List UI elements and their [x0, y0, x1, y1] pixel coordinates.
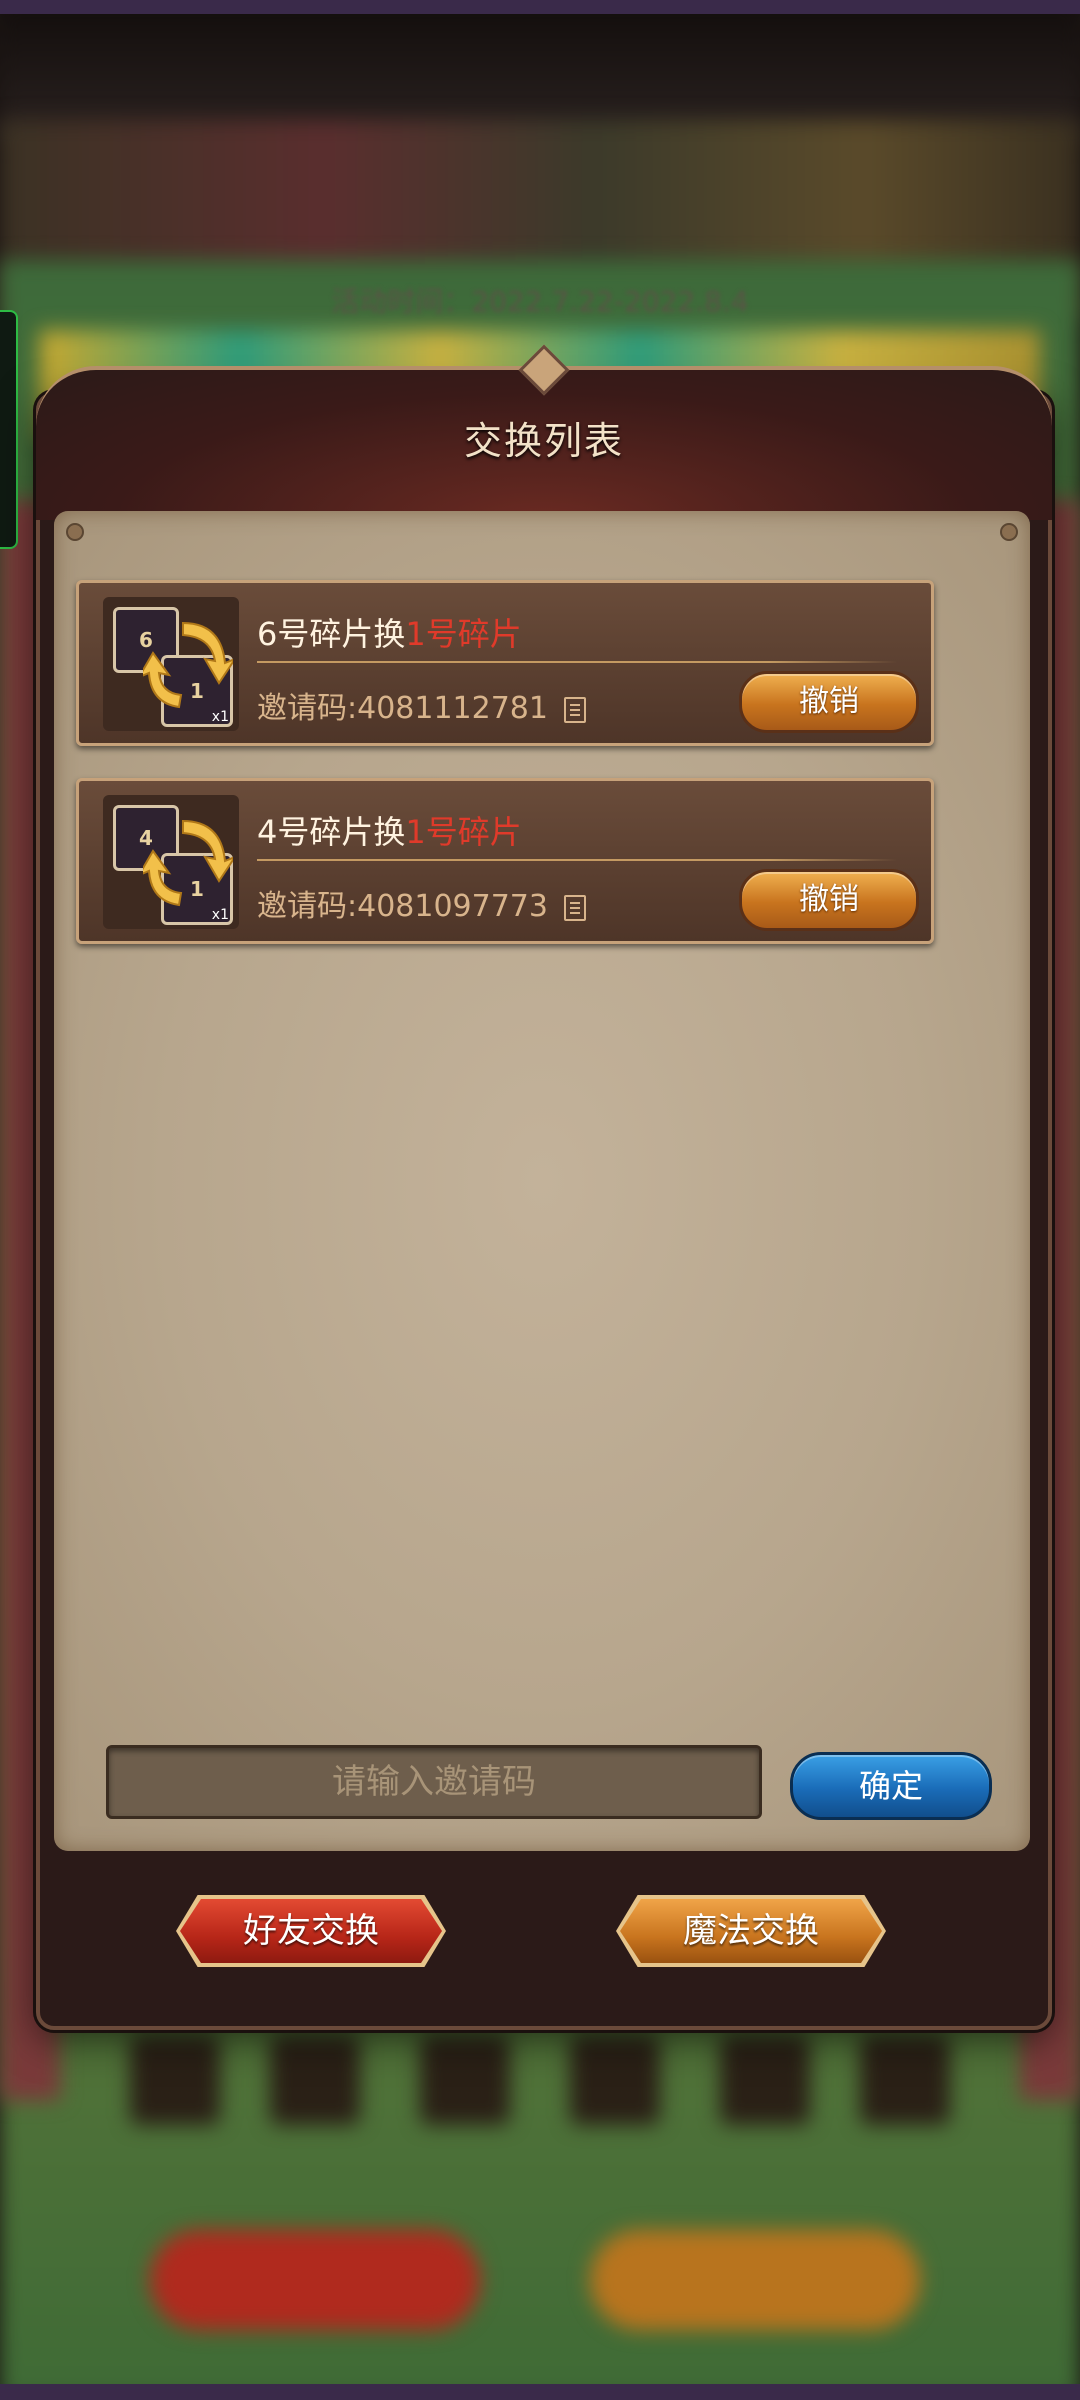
bg-button-right	[590, 2230, 920, 2330]
exchange-thumbnail: 4 1 x1	[103, 795, 239, 929]
exchange-row: 6 1 x1 6号碎片换1号碎片 邀请码:4081112781 撤销	[76, 580, 934, 746]
quantity-label: x1	[211, 907, 229, 923]
from-fragment-label: 6号碎片换	[257, 615, 406, 653]
rivet-icon	[66, 523, 84, 541]
to-fragment-label: 1号碎片	[405, 813, 522, 851]
screen-frame-bottom	[0, 2384, 1080, 2400]
cancel-button[interactable]: 撤销	[739, 869, 919, 931]
magic-exchange-button[interactable]: 魔法交换	[616, 1895, 886, 1967]
to-fragment-label: 1号碎片	[405, 615, 522, 653]
invite-code: 邀请码:4081097773	[257, 881, 586, 925]
exchange-thumbnail: 6 1 x1	[103, 597, 239, 731]
event-time-text: 活动时间：2022.7.22-2022.8.4	[331, 285, 749, 318]
row-divider	[257, 661, 897, 663]
invite-code-input[interactable]	[106, 1745, 762, 1819]
bg-slot	[270, 2035, 360, 2125]
exchange-title: 4号碎片换1号碎片	[257, 807, 522, 853]
exchange-title: 6号碎片换1号碎片	[257, 609, 522, 655]
bg-slot	[130, 2035, 220, 2125]
confirm-button[interactable]: 确定	[790, 1752, 992, 1820]
exchange-row: 4 1 x1 4号碎片换1号碎片 邀请码:4081097773 撤销	[76, 778, 934, 944]
invite-code-text: 邀请码:4081097773	[257, 889, 548, 924]
swap-arrow-icon	[143, 621, 233, 709]
bg-slot	[420, 2035, 510, 2125]
cancel-button[interactable]: 撤销	[739, 671, 919, 733]
bg-top-bar	[0, 0, 1080, 140]
bg-slot	[570, 2035, 660, 2125]
invite-code: 邀请码:4081112781	[257, 683, 586, 727]
rivet-icon	[1000, 523, 1018, 541]
dialog-title: 交换列表	[463, 419, 624, 463]
swap-arrow-icon	[143, 819, 233, 907]
friend-exchange-label: 好友交换	[243, 1911, 379, 1951]
dialog-header: 交换列表	[36, 344, 1052, 520]
bg-slot	[860, 2035, 950, 2125]
copy-icon[interactable]	[563, 894, 586, 921]
magic-exchange-label: 魔法交换	[683, 1911, 819, 1951]
quantity-label: x1	[211, 709, 229, 725]
friend-exchange-button[interactable]: 好友交换	[176, 1895, 446, 1967]
screen-frame-top	[0, 0, 1080, 14]
bg-button-left	[150, 2230, 480, 2330]
row-divider	[257, 859, 897, 861]
copy-icon[interactable]	[563, 696, 586, 723]
invite-code-text: 邀请码:4081112781	[257, 691, 548, 726]
bg-slot	[720, 2035, 810, 2125]
side-tab	[0, 310, 18, 549]
from-fragment-label: 4号碎片换	[257, 813, 406, 851]
